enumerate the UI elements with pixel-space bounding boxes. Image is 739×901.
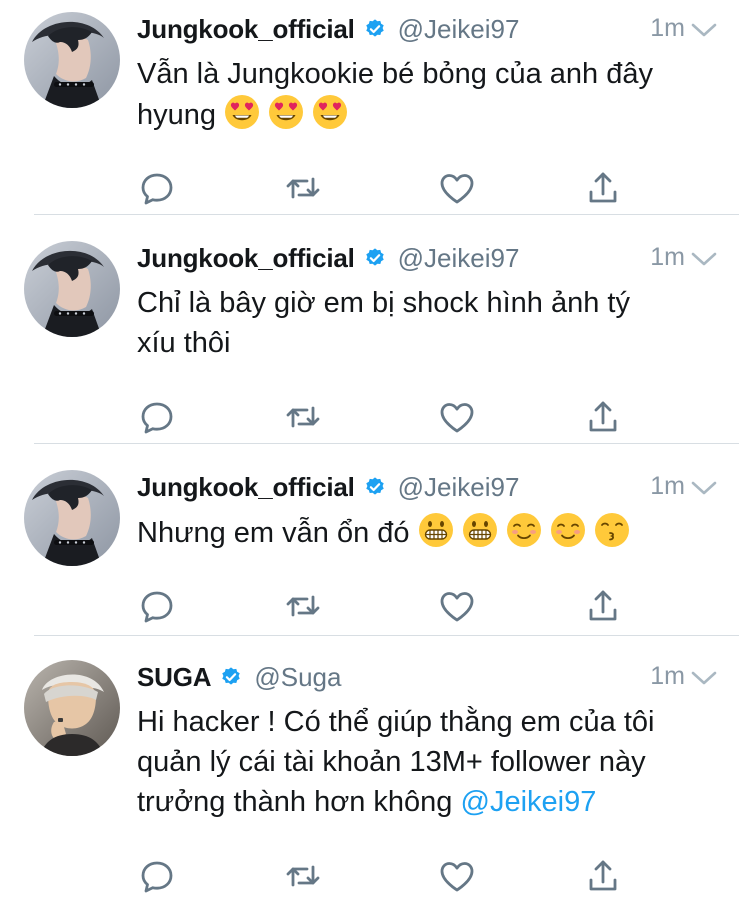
tweet-text-span: xíu thôi	[137, 327, 231, 359]
display-name[interactable]: Jungkook_official	[137, 14, 355, 45]
share-icon	[583, 586, 623, 631]
tweet-text-span: Hi hacker ! Có thể giúp thằng em của tôi	[137, 706, 655, 738]
chevron-down-icon[interactable]	[691, 22, 717, 38]
tweet-header: Jungkook_official @Jeikei97	[137, 470, 519, 504]
tweet-text-span: trưởng thành hơn không	[137, 786, 453, 818]
heart-eyes-emoji	[312, 94, 348, 130]
reply-icon	[137, 397, 177, 442]
retweet-button[interactable]	[283, 170, 323, 210]
like-icon	[437, 397, 477, 442]
handle[interactable]: @Jeikei97	[398, 472, 520, 503]
smiling-emoji	[506, 512, 542, 548]
tweet-text-line: Hi hacker ! Có thể giúp thằng em của tôi	[137, 702, 727, 742]
reply-button[interactable]	[137, 858, 177, 898]
handle[interactable]: @Jeikei97	[398, 14, 520, 45]
reply-icon	[137, 856, 177, 901]
tweet-text-span: Nhưng em vẫn ổn đó	[137, 517, 410, 549]
avatar[interactable]	[24, 12, 120, 108]
chevron-down-icon[interactable]	[691, 670, 717, 686]
tweet-text-line: trưởng thành hơn không @Jeikei97	[137, 782, 727, 822]
tweet-text-span: Chỉ là bây giờ em bị shock hình ảnh tý	[137, 287, 630, 319]
reply-button[interactable]	[137, 399, 177, 439]
share-button[interactable]	[583, 588, 623, 628]
like-icon	[437, 856, 477, 901]
heart-eyes-emoji	[224, 94, 260, 130]
like-icon	[437, 586, 477, 631]
tweet-text: Vẫn là Jungkookie bé bỏng của anh đây hyu…	[137, 54, 727, 135]
reply-button[interactable]	[137, 170, 177, 210]
tweet-text-line: xíu thôi	[137, 323, 727, 363]
tweet-text: Chỉ là bây giờ em bị shock hình ảnh tý xí…	[137, 283, 727, 363]
heart-eyes-emoji	[268, 94, 304, 130]
retweet-icon	[283, 397, 323, 442]
timestamp: 1m	[650, 243, 685, 271]
verified-icon	[220, 666, 242, 688]
chevron-down-icon[interactable]	[691, 251, 717, 267]
verified-icon	[364, 18, 386, 40]
reply-icon	[137, 586, 177, 631]
handle[interactable]: @Suga	[254, 662, 341, 693]
tweet-text: Nhưng em vẫn ổn đó	[137, 512, 727, 553]
display-name[interactable]: Jungkook_official	[137, 243, 355, 274]
timestamp: 1m	[650, 14, 685, 42]
display-name[interactable]: Jungkook_official	[137, 472, 355, 503]
like-icon	[437, 168, 477, 213]
share-icon	[583, 168, 623, 213]
retweet-icon	[283, 856, 323, 901]
divider	[34, 443, 739, 444]
like-button[interactable]	[437, 170, 477, 210]
like-button[interactable]	[437, 399, 477, 439]
like-button[interactable]	[437, 858, 477, 898]
display-name[interactable]: SUGA	[137, 662, 212, 693]
like-button[interactable]	[437, 588, 477, 628]
reply-icon	[137, 168, 177, 213]
avatar[interactable]	[24, 470, 120, 566]
tweet-actions	[137, 399, 637, 439]
avatar[interactable]	[24, 660, 120, 756]
tweet-header: Jungkook_official @Jeikei97	[137, 12, 519, 46]
retweet-icon	[283, 586, 323, 631]
tweet-header: SUGA @Suga	[137, 660, 341, 694]
tweet-actions	[137, 858, 637, 898]
tweet-text-line: Nhưng em vẫn ổn đó	[137, 512, 727, 553]
tweet-text-span: Vẫn là Jungkookie bé bỏng của anh đây	[137, 58, 653, 90]
tweet-text-line: Vẫn là Jungkookie bé bỏng của anh đây	[137, 54, 727, 94]
smiling-emoji	[550, 512, 586, 548]
grimacing-emoji	[418, 512, 454, 548]
timestamp: 1m	[650, 662, 685, 690]
verified-icon	[364, 476, 386, 498]
share-icon	[583, 397, 623, 442]
handle[interactable]: @Jeikei97	[398, 243, 520, 274]
tweet-text-span: hyung	[137, 99, 217, 131]
chevron-down-icon[interactable]	[691, 480, 717, 496]
mention-link[interactable]: @Jeikei97	[461, 786, 597, 818]
retweet-button[interactable]	[283, 399, 323, 439]
retweet-button[interactable]	[283, 588, 323, 628]
timestamp: 1m	[650, 472, 685, 500]
verified-icon	[364, 247, 386, 269]
share-button[interactable]	[583, 170, 623, 210]
tweet-text-line: Chỉ là bây giờ em bị shock hình ảnh tý	[137, 283, 727, 323]
share-icon	[583, 856, 623, 901]
divider	[34, 635, 739, 636]
grimacing-emoji	[462, 512, 498, 548]
retweet-button[interactable]	[283, 858, 323, 898]
tweet-text-line: hyung	[137, 94, 727, 135]
share-button[interactable]	[583, 399, 623, 439]
tweet-text-line: quản lý cái tài khoản 13M+ follower này	[137, 742, 727, 782]
reply-button[interactable]	[137, 588, 177, 628]
share-button[interactable]	[583, 858, 623, 898]
tweet-header: Jungkook_official @Jeikei97	[137, 241, 519, 275]
divider	[34, 214, 739, 215]
tweet-actions	[137, 170, 637, 210]
avatar[interactable]	[24, 241, 120, 337]
tweet-text-span: quản lý cái tài khoản 13M+ follower này	[137, 746, 646, 778]
tweet-actions	[137, 588, 637, 628]
tweet-text: Hi hacker ! Có thể giúp thằng em của tôi…	[137, 702, 727, 822]
retweet-icon	[283, 168, 323, 213]
kissing-emoji	[594, 512, 630, 548]
